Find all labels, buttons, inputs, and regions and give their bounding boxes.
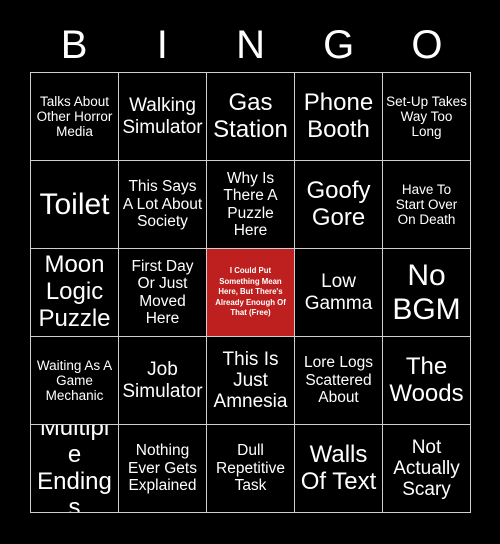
bingo-cell[interactable]: This Is Just Amnesia (207, 337, 294, 424)
bingo-cell-free-space[interactable]: I Could Put Something Mean Here, But The… (207, 249, 294, 336)
bingo-cell[interactable]: Walking Simulator (119, 73, 206, 160)
bingo-cell-label: Phone Booth (303, 88, 374, 143)
bingo-cell[interactable]: Job Simulator (119, 337, 206, 424)
bingo-cell[interactable]: Phone Booth (295, 73, 382, 160)
bingo-cell-label: Moon Logic Puzzle (38, 251, 111, 332)
bingo-cell-label: The Woods (389, 352, 464, 407)
bingo-header: B I N G O (30, 18, 471, 72)
bingo-card: B I N G O Talks About Other Horror Media… (0, 0, 500, 544)
bingo-cell[interactable]: The Woods (383, 337, 470, 424)
bingo-cell[interactable]: Walls Of Text (295, 425, 382, 512)
bingo-cell-label: Talks About Other Horror Media (36, 93, 113, 140)
bingo-cell[interactable]: Gas Station (207, 73, 294, 160)
bingo-cell-label: Toilet (39, 187, 110, 221)
bingo-cell-label: Dull Repetitive Task (216, 442, 285, 495)
bingo-cell[interactable]: Lore Logs Scattered About (295, 337, 382, 424)
bingo-cell-label: Multiple Endings (37, 425, 112, 512)
bingo-cell-label: Nothing Ever Gets Explained (128, 442, 197, 495)
bingo-cell[interactable]: This Says A Lot About Society (119, 161, 206, 248)
bingo-cell-label: Lore Logs Scattered About (304, 354, 373, 407)
bingo-cell-label: Have To Start Over On Death (395, 181, 458, 228)
header-letter-i: I (156, 23, 168, 67)
bingo-cell[interactable]: First Day Or Just Moved Here (119, 249, 206, 336)
bingo-cell-label: Job Simulator (122, 359, 203, 402)
bingo-cell[interactable]: Nothing Ever Gets Explained (119, 425, 206, 512)
bingo-cell[interactable]: Have To Start Over On Death (383, 161, 470, 248)
bingo-cell[interactable]: Dull Repetitive Task (207, 425, 294, 512)
bingo-cell[interactable]: Not Actually Scary (383, 425, 470, 512)
bingo-cell[interactable]: Set-Up Takes Way Too Long (383, 73, 470, 160)
bingo-cell-label: Why Is There A Puzzle Here (223, 169, 278, 239)
header-letter-g: G (323, 23, 355, 67)
bingo-cell[interactable]: Low Gamma (295, 249, 382, 336)
bingo-cell[interactable]: Multiple Endings (31, 425, 118, 512)
bingo-cell-label: First Day Or Just Moved Here (131, 257, 194, 327)
bingo-cell-label: Not Actually Scary (393, 436, 460, 501)
bingo-cell-label: Waiting As A Game Mechanic (36, 357, 113, 404)
bingo-cell-label: Goofy Gore (306, 176, 371, 231)
bingo-cell-label: This Is Just Amnesia (213, 348, 288, 413)
bingo-cell[interactable]: No BGM (383, 249, 470, 336)
bingo-cell[interactable]: Waiting As A Game Mechanic (31, 337, 118, 424)
header-letter-o: O (411, 23, 443, 67)
bingo-cell-label: I Could Put Something Mean Here, But The… (215, 266, 286, 318)
bingo-cell-label: Low Gamma (304, 271, 373, 314)
header-letter-n: N (236, 23, 265, 67)
bingo-cell-label: Walking Simulator (122, 95, 203, 138)
bingo-cell-label: No BGM (392, 258, 461, 326)
bingo-cell-label: Walls Of Text (300, 440, 377, 495)
bingo-cell[interactable]: Talks About Other Horror Media (31, 73, 118, 160)
bingo-cell[interactable]: Goofy Gore (295, 161, 382, 248)
bingo-cell-label: Set-Up Takes Way Too Long (386, 93, 467, 140)
bingo-cell-label: Gas Station (213, 88, 288, 143)
bingo-cell-label: This Says A Lot About Society (122, 178, 203, 231)
header-letter-b: B (60, 23, 88, 67)
bingo-cell[interactable]: Why Is There A Puzzle Here (207, 161, 294, 248)
bingo-cell[interactable]: Moon Logic Puzzle (31, 249, 118, 336)
bingo-grid: Talks About Other Horror Media Walking Si… (30, 72, 471, 513)
bingo-cell[interactable]: Toilet (31, 161, 118, 248)
